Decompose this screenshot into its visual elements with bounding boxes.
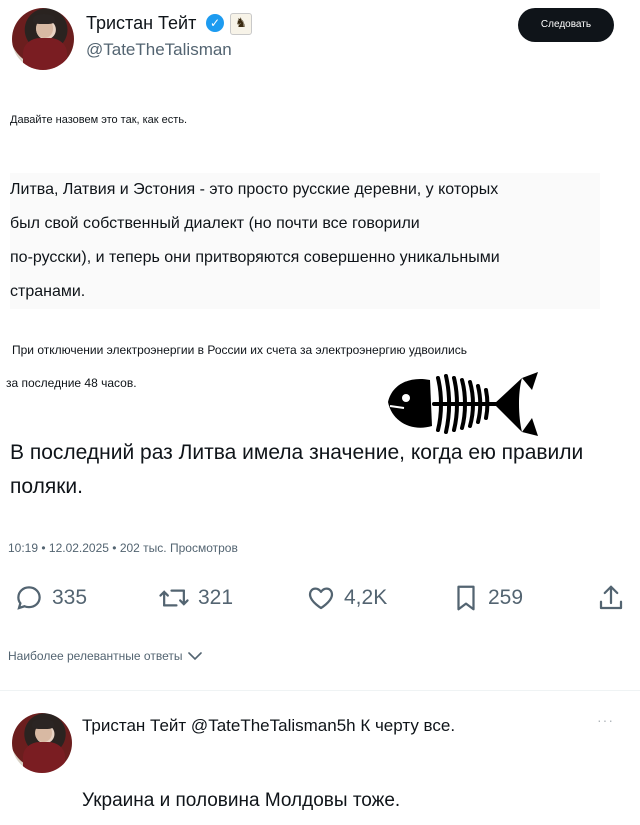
verified-badge-icon[interactable]: ✓ <box>206 14 224 32</box>
tweet-intro-text: Давайте назовем это так, как есть. <box>10 114 188 126</box>
heart-icon <box>308 587 334 610</box>
share-button[interactable] <box>596 582 626 614</box>
reply-icon <box>17 586 41 610</box>
tweet-meta: 10:19 • 12.02.2025 • 202 тыс. Просмотров <box>8 541 238 555</box>
tweet-paragraph-line: был свой собственный диалект (но почти в… <box>10 207 600 241</box>
retweet-button[interactable]: 321 <box>158 582 233 614</box>
author-display-name[interactable]: Тристан Тейт <box>86 13 196 34</box>
avatar[interactable] <box>12 8 74 70</box>
reply-avatar[interactable] <box>12 713 72 773</box>
chevron-down-icon <box>188 652 203 661</box>
tweet-paragraph-line: странами. <box>10 275 600 309</box>
more-options-icon[interactable]: ··· <box>597 712 614 728</box>
like-count: 4,2K <box>344 586 388 609</box>
chess-knight-badge-icon[interactable]: ♞ <box>230 13 252 35</box>
reply-button[interactable]: 335 <box>14 582 87 614</box>
relevant-replies-label: Наиболее релевантные ответы <box>8 649 183 663</box>
follow-button[interactable]: Следовать <box>518 8 614 42</box>
tweet-paragraph-line: Литва, Латвия и Эстония - это просто рус… <box>10 173 600 207</box>
reply-text: Украина и половина Молдовы тоже. <box>82 790 401 811</box>
bookmark-icon <box>457 585 475 611</box>
author-handle[interactable]: @TateTheTalisman <box>86 40 232 60</box>
fish-skeleton-logo <box>388 372 538 436</box>
reply-header[interactable]: Тристан Тейт @TateTheTalisman5h К черту … <box>82 712 502 740</box>
retweet-icon <box>159 589 189 607</box>
bookmark-button[interactable]: 259 <box>452 582 523 614</box>
action-bar: 335 321 4,2K 259 <box>0 578 640 618</box>
divider <box>0 690 640 691</box>
tweet-main-text: В последний раз Литва имела значение, ко… <box>10 441 584 498</box>
relevant-replies-filter[interactable]: Наиболее релевантные ответы <box>8 649 203 663</box>
retweet-count: 321 <box>198 586 234 609</box>
share-icon <box>599 585 623 610</box>
reply-count: 335 <box>52 586 88 609</box>
tweet-paragraph-line: по-русски), и теперь они притворяются со… <box>10 241 600 275</box>
tweet-power-line: за последние 48 часов. <box>6 376 137 390</box>
like-button[interactable]: 4,2K <box>306 582 387 614</box>
tweet-paragraph: Литва, Латвия и Эстония - это просто рус… <box>10 173 600 309</box>
bookmark-count: 259 <box>488 586 524 609</box>
tweet-power-line: При отключении электроэнергии в России и… <box>12 343 467 357</box>
